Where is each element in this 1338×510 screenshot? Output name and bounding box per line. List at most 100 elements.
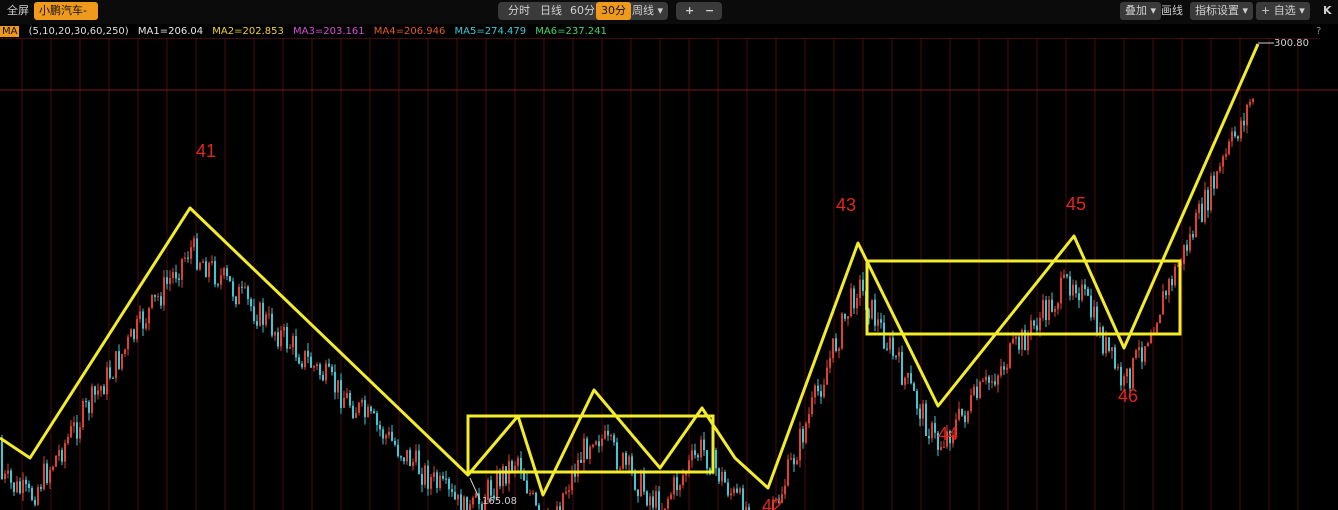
candle-body — [943, 446, 945, 448]
candle-body — [46, 463, 48, 483]
candle-body — [16, 481, 18, 493]
candle-body — [292, 336, 294, 348]
candle-body — [874, 299, 876, 326]
candle-body — [739, 488, 741, 493]
candle-body — [1219, 166, 1221, 172]
draw-line-button[interactable]: 画线 — [1156, 2, 1188, 20]
candle-body — [895, 355, 897, 357]
candle-body — [328, 363, 330, 367]
candle-body — [430, 476, 432, 489]
candle-body — [850, 288, 852, 317]
candle-body — [1102, 327, 1104, 354]
candle-body — [1009, 343, 1011, 368]
overlay-dropdown[interactable]: 叠加 ▾ — [1120, 2, 1162, 20]
candle-body — [475, 493, 477, 498]
stock-tab[interactable]: 小鹏汽车-W — [34, 2, 98, 35]
candle-body — [268, 313, 270, 315]
candle-body — [1087, 288, 1089, 296]
period-button-daily[interactable]: 日线 — [535, 2, 567, 20]
top-toolbar: 全屏 小鹏汽车-W 分时 日线 60分 30分 周线 ▾ + − 叠加 ▾ 画线… — [0, 0, 1338, 35]
candle-body — [1045, 300, 1047, 320]
indicator-settings-dropdown[interactable]: 指标设置 ▾ — [1190, 2, 1254, 20]
candle-body — [904, 377, 906, 385]
candle-body — [37, 486, 39, 505]
candle-body — [301, 363, 303, 368]
candle-body — [4, 473, 6, 480]
candle-body — [1, 439, 3, 480]
candle-body — [502, 466, 504, 487]
candle-body — [55, 455, 57, 467]
candle-body — [958, 408, 960, 420]
candle-body — [826, 367, 828, 385]
period-button-intraday[interactable]: 分时 — [503, 2, 535, 20]
wave-trend-line — [0, 43, 1260, 497]
candle-body — [334, 372, 336, 393]
candle-body — [637, 489, 639, 497]
candle-body — [1069, 276, 1071, 296]
candle-body — [889, 337, 891, 350]
candle-body — [187, 257, 189, 259]
wave-label-41: 41 — [196, 141, 216, 161]
candle-body — [1246, 104, 1248, 126]
candle-body — [982, 380, 984, 382]
candle-body — [1135, 350, 1137, 359]
candle-body — [922, 403, 924, 419]
candle-body — [1033, 320, 1035, 326]
candle-body — [1252, 98, 1254, 102]
candle-body — [1141, 347, 1143, 362]
candle-body — [421, 473, 423, 485]
ma2-value: MA2=202.853 — [212, 26, 284, 37]
ma-params: (5,10,20,30,60,250) — [28, 26, 129, 37]
help-icon[interactable]: ? — [1316, 25, 1321, 38]
candle-body — [262, 302, 264, 325]
candle-body — [1006, 367, 1008, 370]
candle-body — [391, 431, 393, 441]
zoom-in-button[interactable]: + — [680, 2, 699, 20]
candle-body — [934, 423, 936, 433]
add-watchlist-dropdown[interactable]: + 自选 ▾ — [1256, 2, 1310, 20]
candle-body — [679, 485, 681, 490]
candle-body — [1138, 347, 1140, 351]
candle-body — [385, 435, 387, 439]
fullscreen-button[interactable]: 全屏 — [2, 2, 34, 20]
candle-body — [589, 446, 591, 459]
candle-body — [838, 348, 840, 351]
candle-body — [1060, 277, 1062, 304]
candle-body — [910, 373, 912, 384]
candle-body — [106, 367, 108, 395]
candle-body — [1048, 299, 1050, 320]
candle-body — [238, 286, 240, 305]
period-button-weekly[interactable]: 周线 ▾ — [627, 2, 668, 20]
wave-label-45: 45 — [1066, 194, 1086, 214]
candle-body — [205, 261, 207, 278]
candle-body — [1054, 308, 1056, 312]
candle-body — [880, 319, 882, 323]
candle-body — [229, 276, 231, 282]
candle-body — [565, 491, 567, 494]
period-button-30m[interactable]: 30分 — [596, 2, 631, 20]
candle-body — [1159, 314, 1161, 324]
candle-body — [517, 457, 519, 466]
candle-body — [133, 329, 135, 340]
candle-body — [241, 286, 243, 288]
candle-body — [313, 365, 315, 368]
zoom-out-button[interactable]: − — [700, 2, 719, 20]
candle-body — [1057, 303, 1059, 309]
candle-body — [1126, 368, 1128, 377]
candle-body — [382, 429, 384, 439]
candle-body — [28, 483, 30, 489]
candle-body — [388, 431, 390, 436]
candle-body — [802, 428, 804, 443]
candle-body — [613, 435, 615, 443]
candle-body — [337, 380, 339, 393]
candle-body — [784, 485, 786, 495]
candle-body — [988, 376, 990, 383]
ma-prefix[interactable]: MA — [0, 26, 20, 37]
collapse-icon[interactable]: K — [1318, 2, 1337, 20]
candle-body — [1174, 266, 1176, 286]
candle-body — [148, 307, 150, 324]
candle-body — [373, 411, 375, 414]
period-button-60m[interactable]: 60分 — [565, 2, 600, 20]
candle-body — [1132, 358, 1134, 389]
candle-body — [100, 386, 102, 391]
